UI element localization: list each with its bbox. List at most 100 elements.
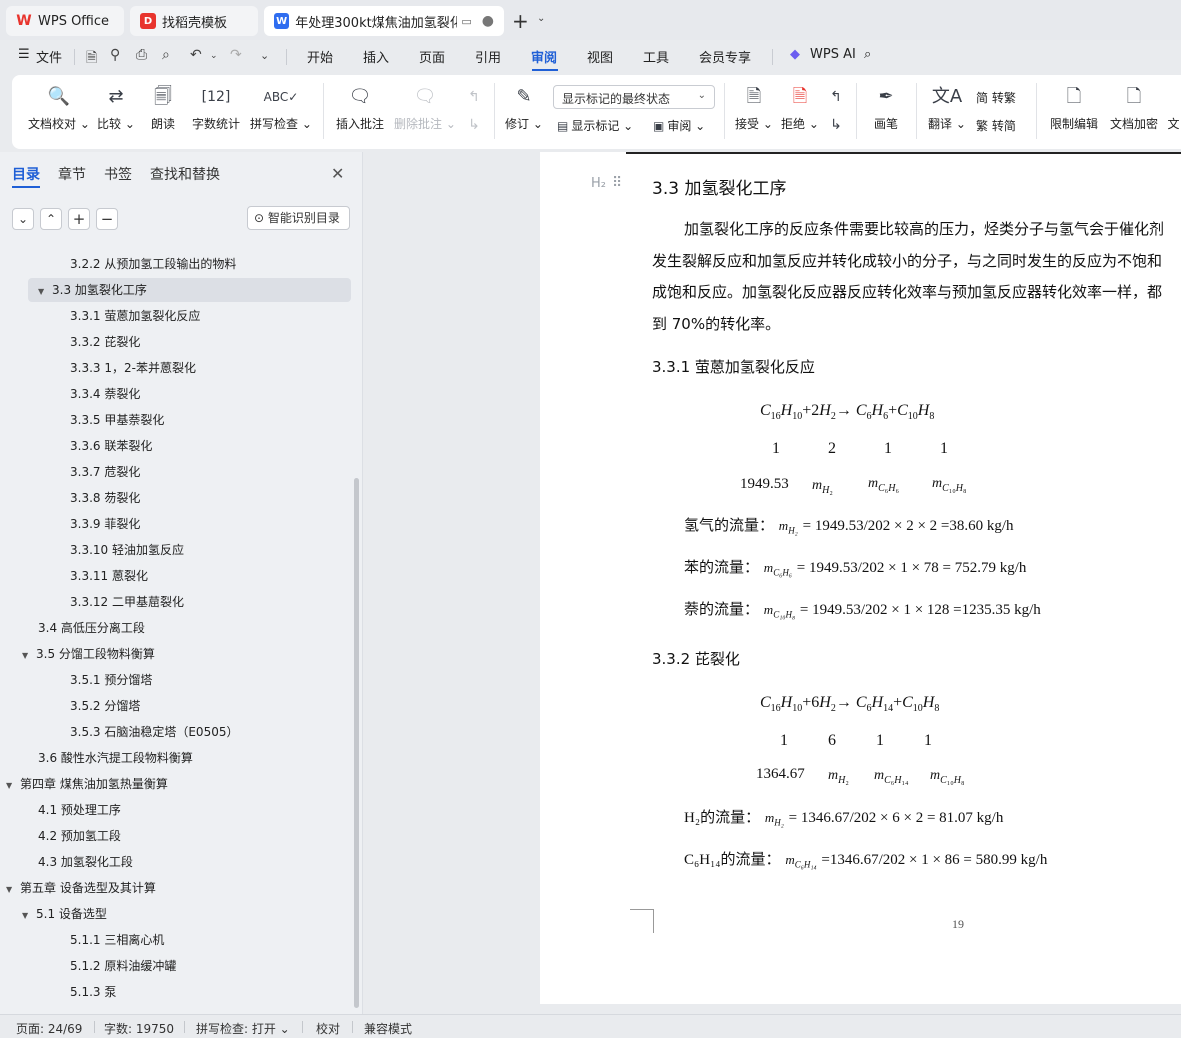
review-pane-button[interactable]: ▣ 审阅 ⌄: [653, 117, 705, 134]
toc-item[interactable]: 3.3.2 芘裂化: [70, 330, 140, 354]
to-simplified-button[interactable]: 繁 转简: [976, 117, 1016, 134]
menu-tools[interactable]: 工具: [643, 47, 669, 66]
status-word-count[interactable]: 字数: 19750: [104, 1020, 174, 1037]
encrypt-doc-button[interactable]: 🗋 文档加密: [1106, 83, 1162, 132]
toc-item[interactable]: 4.2 预加氢工段: [38, 824, 121, 848]
toc-item[interactable]: ▼ 第五章 设备选型及其计算: [6, 876, 156, 900]
to-traditional-button[interactable]: 简 转繁: [976, 89, 1016, 106]
remove-heading-button[interactable]: −: [96, 208, 118, 230]
expand-triangle-icon[interactable]: ▼: [6, 878, 20, 902]
toc-item[interactable]: 3.2.2 从预加氢工段输出的物料: [70, 252, 236, 276]
expand-triangle-icon[interactable]: ▼: [6, 774, 20, 798]
toc-item[interactable]: 5.1.1 三相离心机: [70, 928, 164, 952]
redo-icon[interactable]: ↷: [230, 47, 242, 63]
menu-references[interactable]: 引用: [475, 47, 501, 66]
menu-member[interactable]: 会员专享: [699, 47, 751, 66]
toc-item[interactable]: 3.3.10 轻油加氢反应: [70, 538, 184, 562]
show-markup-button[interactable]: ▤ 显示标记 ⌄: [557, 117, 633, 134]
nav-scrollbar[interactable]: [354, 478, 359, 1008]
hamburger-icon[interactable]: ☰: [18, 47, 30, 62]
nav-tab-bookmarks[interactable]: 书签: [104, 164, 132, 184]
markup-state-select[interactable]: 显示标记的最终状态 ⌄: [553, 85, 715, 109]
toc-item[interactable]: 3.3.9 菲裂化: [70, 512, 140, 536]
read-aloud-button[interactable]: 🗐 朗读: [146, 83, 180, 132]
toc-item[interactable]: 3.3.12 二甲基䓛裂化: [70, 590, 184, 614]
prev-comment-button[interactable]: ↰ ↳: [462, 83, 486, 133]
status-spell-check[interactable]: 拼写检查: 打开 ⌄: [196, 1020, 290, 1037]
toc-item[interactable]: ▼ 3.5 分馏工段物料衡算: [22, 642, 155, 666]
expand-triangle-icon[interactable]: ▼: [38, 280, 52, 304]
heading-level-marker[interactable]: H₂: [591, 176, 606, 191]
tab-daoke-templates[interactable]: D 找稻壳模板: [130, 6, 258, 36]
toc-item[interactable]: ▼ 第四章 煤焦油加氢热量衡算: [6, 772, 168, 796]
status-page[interactable]: 页面: 24/69: [16, 1020, 82, 1037]
translate-button[interactable]: 文A 翻译 ⌄: [924, 83, 970, 132]
save-icon[interactable]: 🗎: [86, 47, 97, 71]
spell-check-button[interactable]: ABC✓ 拼写检查 ⌄: [248, 83, 314, 132]
print-icon[interactable]: ⎙: [136, 47, 147, 63]
share-icon[interactable]: ⚲: [110, 47, 120, 63]
add-heading-button[interactable]: +: [68, 208, 90, 230]
track-changes-button[interactable]: ✎ 修订 ⌄: [504, 83, 544, 132]
nav-tab-find-replace[interactable]: 查找和替换: [150, 164, 220, 184]
document-page[interactable]: H₂ ⠿ 3.3 加氢裂化工序 加氢裂化工序的反应条件需要比较高的压力，烃类分子…: [540, 152, 1181, 1004]
expand-down-button[interactable]: ⌄: [12, 208, 34, 230]
toc-item[interactable]: 3.3.5 甲基萘裂化: [70, 408, 164, 432]
ink-button[interactable]: ✒ 画笔: [868, 83, 904, 132]
status-proofread[interactable]: 校对: [316, 1020, 340, 1037]
menu-file[interactable]: 文件: [36, 47, 62, 66]
toc-item[interactable]: 4.3 加氢裂化工段: [38, 850, 133, 874]
reject-button[interactable]: 🗎 拒绝 ⌄: [780, 83, 820, 132]
new-tab-button[interactable]: +: [512, 9, 529, 33]
toc-item[interactable]: 3.3.8 芴裂化: [70, 486, 140, 510]
restrict-edit-button[interactable]: 🗋 限制编辑: [1046, 83, 1102, 132]
toc-item[interactable]: 3.3.1 萤蒽加氢裂化反应: [70, 304, 200, 328]
nav-tab-chapters[interactable]: 章节: [58, 164, 86, 184]
expand-triangle-icon[interactable]: ▼: [22, 644, 36, 668]
search-icon[interactable]: ⌕: [864, 47, 871, 62]
prev-change-button[interactable]: ↰ ↳: [824, 83, 848, 133]
more-quick-access-icon[interactable]: ⌄: [260, 49, 269, 62]
toc-item[interactable]: 3.5.3 石脑油稳定塔（E0505）: [70, 720, 238, 744]
word-count-button[interactable]: [12] 字数统计: [188, 83, 244, 132]
unsaved-dot-icon[interactable]: ●: [482, 13, 494, 29]
menu-home[interactable]: 开始: [307, 47, 333, 66]
chevron-down-icon[interactable]: ⌄: [537, 13, 545, 24]
more-ribbon-button[interactable]: 文: [1166, 83, 1181, 132]
compare-button[interactable]: ⇄ 比较 ⌄: [96, 83, 136, 132]
toc-item[interactable]: 3.3.3 1，2-苯并蒽裂化: [70, 356, 196, 380]
toc-item[interactable]: 3.3.4 萘裂化: [70, 382, 140, 406]
toc-item[interactable]: ▼ 3.3 加氢裂化工序: [28, 278, 351, 302]
toc-item[interactable]: 5.1.3 泵: [70, 980, 116, 1004]
tab-wps-office[interactable]: W WPS Office: [6, 6, 124, 36]
screen-icon[interactable]: ▭: [461, 15, 471, 28]
drag-handle-icon[interactable]: ⠿: [612, 175, 622, 191]
collapse-up-button[interactable]: ⌃: [40, 208, 62, 230]
menu-wps-ai[interactable]: WPS AI: [810, 47, 856, 62]
toc-item[interactable]: 3.3.7 苊裂化: [70, 460, 140, 484]
undo-icon[interactable]: ↶: [190, 47, 202, 63]
toc-item[interactable]: 3.6 酸性水汽提工段物料衡算: [38, 746, 193, 770]
expand-triangle-icon[interactable]: ▼: [22, 904, 36, 928]
insert-comment-button[interactable]: 🗨 插入批注: [332, 83, 388, 132]
toc-item[interactable]: 3.5.2 分馏塔: [70, 694, 140, 718]
smart-toc-button[interactable]: ⊙ 智能识别目录: [247, 206, 350, 230]
accept-button[interactable]: 🗎 接受 ⌄: [734, 83, 774, 132]
undo-dropdown-icon[interactable]: ⌄: [210, 51, 218, 61]
close-icon[interactable]: ✕: [331, 164, 344, 183]
toc-item[interactable]: ▼ 5.1 设备选型: [22, 902, 107, 926]
menu-page[interactable]: 页面: [419, 47, 445, 66]
nav-tab-toc[interactable]: 目录: [12, 164, 40, 184]
toc-item[interactable]: 3.3.6 联苯裂化: [70, 434, 152, 458]
toc-item[interactable]: 3.4 高低压分离工段: [38, 616, 145, 640]
doc-check-button[interactable]: 🔍 文档校对 ⌄: [24, 83, 94, 132]
toc-item[interactable]: 3.5.1 预分馏塔: [70, 668, 152, 692]
tab-document[interactable]: W 年处理300kt煤焦油加氢裂化工 ▭ ●: [264, 6, 504, 36]
toc-item[interactable]: 4.1 预处理工序: [38, 798, 121, 822]
toc-item[interactable]: 5.1.2 原料油缓冲罐: [70, 954, 176, 978]
menu-view[interactable]: 视图: [587, 47, 613, 66]
print-preview-icon[interactable]: ⌕: [162, 47, 170, 63]
toc-item[interactable]: 3.3.11 蒽裂化: [70, 564, 148, 588]
delete-comment-button[interactable]: 🗨 删除批注 ⌄: [394, 83, 456, 132]
menu-review[interactable]: 审阅: [531, 47, 557, 66]
